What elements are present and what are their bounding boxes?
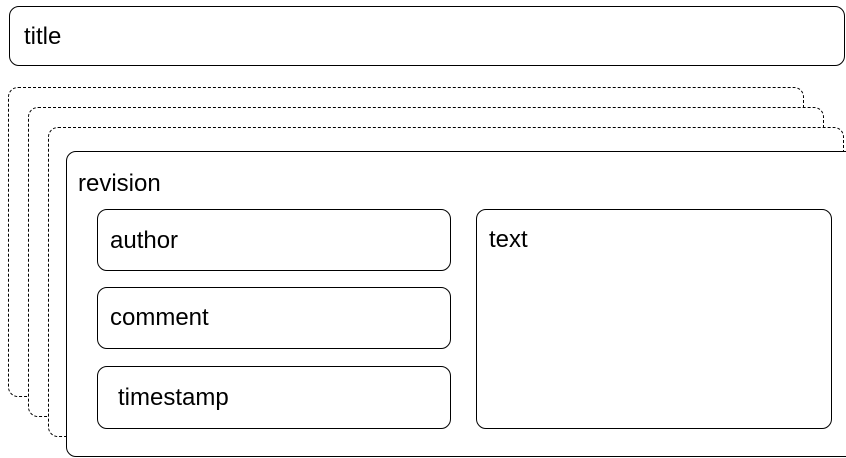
title-label: title: [24, 23, 62, 50]
text-field-box: text: [476, 209, 832, 429]
comment-field-box: comment: [97, 287, 451, 349]
comment-field-label: comment: [110, 304, 209, 331]
title-box: title: [9, 6, 845, 66]
revision-box: revision author comment timestamp text: [66, 151, 846, 457]
author-field-box: author: [97, 209, 451, 271]
author-field-label: author: [110, 227, 179, 254]
timestamp-field-label: timestamp: [118, 384, 229, 411]
revision-label: revision: [78, 170, 161, 197]
timestamp-field-box: timestamp: [97, 366, 451, 429]
text-field-label: text: [489, 226, 528, 253]
